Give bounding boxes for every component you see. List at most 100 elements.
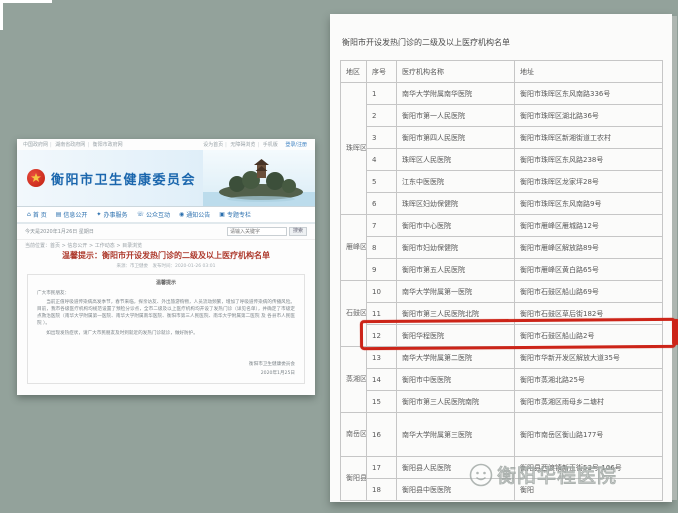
table-row: 2 衡阳市第一人民医院 衡阳市珠晖区湖北路36号: [341, 105, 663, 127]
table-row: 9 衡阳市第五人民医院 衡阳市雁峰区黄白路65号: [341, 259, 663, 281]
cell-addr: 衡阳市蒸湘北路25号: [515, 369, 663, 391]
cell-name: 衡阳华程医院: [397, 325, 515, 347]
scan-edge-artifact: [0, 0, 52, 3]
region-cell-yanfeng: 雁峰区: [341, 215, 367, 281]
link-hengyang-gov[interactable]: 衡阳市政府网: [93, 142, 123, 148]
header-name: 医疗机构名称: [397, 61, 515, 83]
cell-addr: 衡阳市石鼓区船山路69号: [515, 281, 663, 303]
login-link[interactable]: 登录/注册: [285, 142, 307, 148]
interaction-icon: ☏: [136, 211, 144, 218]
cell-no: 3: [367, 127, 397, 149]
link-set-homepage[interactable]: 设为首页: [203, 142, 223, 148]
nav-label: 办事服务: [103, 210, 127, 219]
cell-name: 南华大学附属第三医院: [397, 413, 515, 457]
nav-item-notices[interactable]: ◉ 通知公告: [179, 210, 210, 219]
main-nav: ⌂ 首 页 ▤ 信息公开 ✦ 办事服务 ☏ 公众互动 ◉ 通知公告 ▣ 专题专栏: [17, 206, 315, 224]
cell-no: 9: [367, 259, 397, 281]
table-row: 3 衡阳市第四人民医院 衡阳市珠晖区新湘街道工农村: [341, 127, 663, 149]
search-box: 搜索: [227, 227, 307, 236]
link-china-gov[interactable]: 中国政府网: [23, 142, 48, 148]
article-meta: 来源：市卫健委 发布时间：2020-01-26 03:01: [17, 262, 315, 271]
cell-name: 衡阳市妇幼保健院: [397, 237, 515, 259]
notice-icon: ◉: [179, 211, 184, 218]
cell-no: 14: [367, 369, 397, 391]
sub-toolbar: 今天是2020年1月26日 星期日 搜索: [17, 224, 315, 240]
home-icon: ⌂: [27, 211, 31, 218]
cell-name: 珠晖区人民医院: [397, 149, 515, 171]
cell-no: 2: [367, 105, 397, 127]
topbar-right-links: 设为首页| 无障碍浏览| 手机版 登录/注册: [203, 141, 309, 148]
nav-item-public-interaction[interactable]: ☏ 公众互动: [136, 210, 170, 219]
cell-no: 15: [367, 391, 397, 413]
nav-label: 首 页: [33, 210, 47, 219]
nav-item-info-disclosure[interactable]: ▤ 信息公开: [56, 210, 88, 219]
huacheng-logo-icon: [468, 462, 494, 488]
cell-no: 4: [367, 149, 397, 171]
cell-addr: 衡阳市珠晖区新湘街道工农村: [515, 127, 663, 149]
cell-no: 7: [367, 215, 397, 237]
screenshot-stage: 中国政府网| 湖南省政府网| 衡阳市政府网 设为首页| 无障碍浏览| 手机版 登…: [0, 0, 678, 513]
table-title: 衡阳市开设发热门诊的二级及以上医疗机构名单: [342, 38, 660, 48]
link-mobile[interactable]: 手机版: [263, 142, 278, 148]
nav-item-home[interactable]: ⌂ 首 页: [27, 210, 47, 219]
cell-name: 衡阳市第三人民医院北院: [397, 303, 515, 325]
cell-addr: 衡阳市雁峰区雁城路12号: [515, 215, 663, 237]
info-disclosure-icon: ▤: [56, 211, 62, 218]
cell-name: 珠晖区妇幼保健院: [397, 193, 515, 215]
cell-addr: 衡阳市珠晖区东风南路336号: [515, 83, 663, 105]
cell-no: 13: [367, 347, 397, 369]
cell-no: 1: [367, 83, 397, 105]
cell-addr: 衡阳市珠晖区东风南路9号: [515, 193, 663, 215]
link-accessibility[interactable]: 无障碍浏览: [230, 142, 255, 148]
breadcrumb[interactable]: 当前位置：首页 > 信息公开 > 工作动态 > 目录浏览: [17, 240, 315, 250]
notice-greeting: 广大市民朋友：: [37, 291, 295, 298]
nav-item-special-topics[interactable]: ▣ 专题专栏: [219, 210, 251, 219]
table-row: 珠晖区 1 南华大学附属南华医院 衡阳市珠晖区东风南路336号: [341, 83, 663, 105]
table-row-highlighted: 12 衡阳华程医院 衡阳市石鼓区船山路2号: [341, 325, 663, 347]
special-topics-icon: ▣: [219, 211, 225, 218]
table-row: 11 衡阳市第三人民医院北院 衡阳市石鼓区草后街182号: [341, 303, 663, 325]
search-button[interactable]: 搜索: [289, 227, 307, 236]
notice-body: 温馨提示 广大市民朋友： 当前正值呼吸道传染病高发季节，春节来临，探亲访友、外出…: [27, 274, 305, 384]
table-header-row: 地区 序号 医疗机构名称 地址: [341, 61, 663, 83]
table-row: 15 衡阳市第三人民医院南院 衡阳市蒸湘区雨母乡二塘村: [341, 391, 663, 413]
region-cell-nanyue: 南岳区: [341, 413, 367, 457]
cell-name: 衡阳市第三人民医院南院: [397, 391, 515, 413]
cell-name: 衡阳市中医医院: [397, 369, 515, 391]
hospital-list-card: 衡阳市开设发热门诊的二级及以上医疗机构名单 地区 序号 医疗机构名称 地址 珠晖…: [330, 14, 672, 502]
masthead: 衡阳市卫生健康委员会: [17, 150, 315, 206]
cell-no: 5: [367, 171, 397, 193]
cell-addr: 衡阳市雁峰区解放路89号: [515, 237, 663, 259]
table-row: 5 江东中医医院 衡阳市珠晖区龙家坪28号: [341, 171, 663, 193]
watermark-text: 衡阳华程医院: [497, 461, 617, 488]
cell-addr: 衡阳市珠晖区湖北路36号: [515, 105, 663, 127]
table-row: 石鼓区 10 南华大学附属第一医院 衡阳市石鼓区船山路69号: [341, 281, 663, 303]
region-cell-hengyang-county: 衡阳县: [341, 457, 367, 501]
cell-addr: 衡阳市石鼓区船山路2号: [515, 325, 663, 347]
cell-name: 江东中医医院: [397, 171, 515, 193]
notice-paragraph: 当前正值呼吸道传染病高发季节，春节来临，探亲访友、外出旅游购物，人员流动频繁，增…: [37, 300, 295, 328]
cell-no: 8: [367, 237, 397, 259]
notice-paragraph: 如出现发热症状，请广大市民朋友及时到就近的发热门诊就诊，做好防护。: [37, 331, 295, 338]
cell-no: 10: [367, 281, 397, 303]
cell-name: 衡阳市第一人民医院: [397, 105, 515, 127]
region-cell-zhengxiang: 蒸湘区: [341, 347, 367, 413]
search-input[interactable]: [227, 227, 287, 236]
cell-no: 11: [367, 303, 397, 325]
cell-name: 南华大学附属南华医院: [397, 83, 515, 105]
header-addr: 地址: [515, 61, 663, 83]
cell-addr: 衡阳市蒸湘区雨母乡二塘村: [515, 391, 663, 413]
cell-no: 17: [367, 457, 397, 479]
region-cell-zhuhui: 珠晖区: [341, 83, 367, 215]
notice-heading: 温馨提示: [37, 280, 295, 288]
cell-name: 南华大学附属第二医院: [397, 347, 515, 369]
table-row: 蒸湘区 13 南华大学附属第二医院 衡阳市华新开发区解放大道35号: [341, 347, 663, 369]
signature-block: 衡阳市卫生健康委员会 2020年1月25日: [37, 360, 295, 378]
nav-item-services[interactable]: ✦ 办事服务: [96, 210, 127, 219]
topbar-left-links: 中国政府网| 湖南省政府网| 衡阳市政府网: [23, 141, 125, 148]
cell-name: 南华大学附属第一医院: [397, 281, 515, 303]
cell-no: 6: [367, 193, 397, 215]
national-emblem-icon: [27, 169, 45, 187]
table-row: 14 衡阳市中医医院 衡阳市蒸湘北路25号: [341, 369, 663, 391]
link-hunan-gov[interactable]: 湖南省政府网: [55, 142, 85, 148]
